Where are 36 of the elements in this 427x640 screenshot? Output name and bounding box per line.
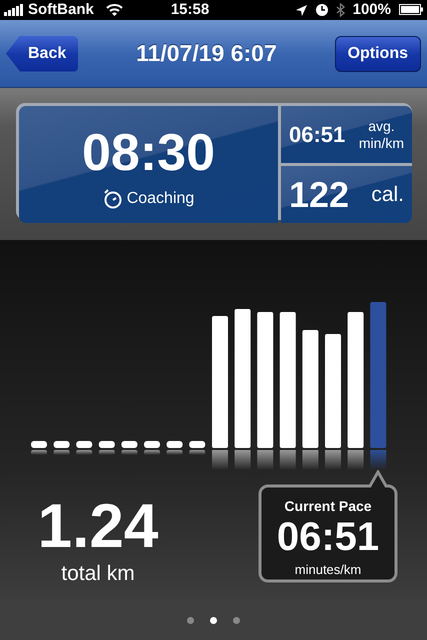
chart-bar — [98, 441, 115, 455]
distance-value: 1.24 — [38, 496, 158, 558]
chart-bar — [144, 441, 160, 455]
chart-bar — [166, 441, 183, 455]
carrier-name: SoftBank — [28, 0, 94, 20]
distance-label: total km — [61, 561, 135, 587]
avg-pace-value: 06:51 — [289, 121, 346, 149]
back-button[interactable]: Back — [6, 36, 78, 72]
signal-icon — [4, 4, 24, 16]
coaching-label: Coaching — [126, 188, 194, 208]
options-button[interactable]: Options — [334, 36, 421, 72]
pace-unit-label: minutes/km — [294, 561, 362, 579]
calories-value: 122 — [289, 172, 350, 216]
calories-unit: cal. — [371, 182, 404, 208]
chart-bar — [31, 441, 47, 455]
pace-value: 06:51 — [276, 517, 380, 557]
chart-bar — [121, 441, 138, 455]
status-time: 15:58 — [170, 0, 210, 20]
chart-bar — [76, 441, 92, 455]
page-dot[interactable] — [233, 616, 240, 624]
chart-bar — [189, 441, 206, 455]
screen-title: 11/07/19 6:07 — [136, 39, 277, 68]
wifi-icon — [106, 3, 123, 16]
battery-percent: 100% — [352, 0, 391, 20]
bluetooth-icon — [336, 3, 345, 17]
location-icon — [294, 4, 308, 16]
battery-icon — [399, 4, 423, 16]
stopwatch-icon — [102, 188, 123, 208]
chart-bar — [54, 441, 70, 455]
duration-value: 08:30 — [82, 126, 215, 178]
pace-unit: min/km — [358, 134, 404, 152]
clock-icon — [316, 4, 328, 16]
page-dot[interactable] — [210, 616, 217, 624]
page-dot[interactable] — [187, 616, 194, 624]
pace-title: Current Pace — [284, 497, 372, 516]
avg-label: avg. — [368, 118, 395, 134]
